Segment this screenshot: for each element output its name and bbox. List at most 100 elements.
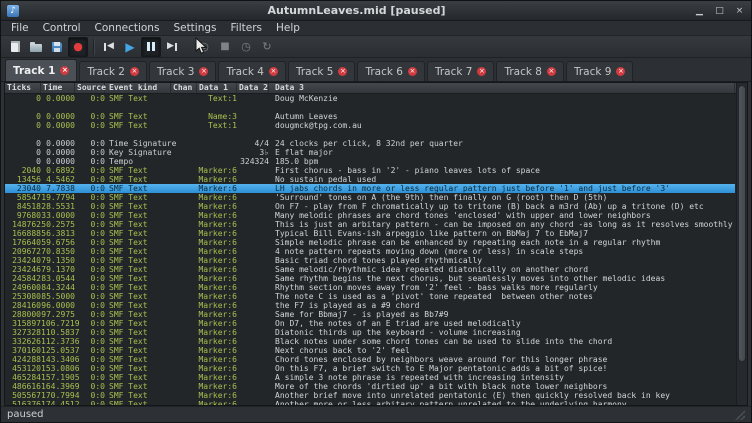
column-header[interactable]: Source	[75, 83, 105, 93]
event-row[interactable]: 0 0.0000 0:0 SMF Text Name:3 Autumn Leav…	[5, 112, 735, 121]
cell-data1: Marker:6	[197, 274, 237, 283]
new-file-button[interactable]	[5, 37, 25, 57]
cell-event-kind: SMF Text	[105, 265, 171, 274]
event-row[interactable]: 166888 56.3813 0:0 SMF Text Marker:6 Typ…	[5, 229, 735, 238]
tab-close-icon[interactable]: ×	[477, 67, 486, 76]
event-row[interactable]: 97680 33.0000 0:0 SMF Text Marker:6 Many…	[5, 211, 735, 220]
cell-ticks: 0	[5, 112, 41, 121]
event-row[interactable]: 315897 106.7219 0:0 SMF Text Marker:6 On…	[5, 319, 735, 328]
event-row[interactable]: 249600 84.3244 0:0 SMF Text Marker:6 Rhy…	[5, 283, 735, 292]
skip-backward-button[interactable]: ◀	[99, 37, 119, 57]
close-button[interactable]: ×	[734, 5, 745, 17]
event-row[interactable]: 0 0.0000 0:0 Tempo 324324 185.0 bpm	[5, 157, 735, 166]
tab-close-icon[interactable]: ×	[408, 67, 417, 76]
event-row[interactable]: 23040 7.7838 0:0 SMF Text Marker:6 LH ja…	[5, 184, 735, 193]
event-row[interactable]: 58547 19.7794 0:0 SMF Text Marker:6 'Sur…	[5, 193, 735, 202]
cell-source: 0:0	[75, 184, 105, 193]
tab-close-icon[interactable]: ×	[547, 67, 556, 76]
event-row[interactable]: 2040 0.6892 0:0 SMF Text Marker:6 First …	[5, 166, 735, 175]
cell-event-kind: SMF Text	[105, 175, 171, 184]
event-row[interactable]: 13456 4.5462 0:0 SMF Text Marker:6 No su…	[5, 175, 735, 184]
event-row[interactable]: 424288 143.3406 0:0 SMF Text Marker:6 Ch…	[5, 355, 735, 364]
column-header[interactable]: Event kind	[105, 83, 171, 93]
tab-track-8[interactable]: Track 8 ×	[496, 61, 564, 81]
cell-source: 0:0	[75, 247, 105, 256]
tab-track-6[interactable]: Track 6 ×	[357, 61, 425, 81]
event-row[interactable]: 234246 79.1370 0:0 SMF Text Marker:6 Sam…	[5, 265, 735, 274]
event-row[interactable]	[5, 130, 735, 139]
event-row[interactable]: 176640 59.6756 0:0 SMF Text Marker:6 Sim…	[5, 238, 735, 247]
scrollbar-thumb[interactable]	[738, 85, 746, 362]
event-row[interactable]: 245842 83.0544 0:0 SMF Text Marker:6 Sam…	[5, 274, 735, 283]
column-header[interactable]: Data 1	[197, 83, 237, 93]
event-row[interactable]: 332626 112.3736 0:0 SMF Text Marker:6 Bl…	[5, 337, 735, 346]
event-row[interactable]: 370160 125.0537 0:0 SMF Text Marker:6 Ne…	[5, 346, 735, 355]
event-row[interactable]: 0 0.0000 0:0 Key Signature 3♭ E flat maj…	[5, 148, 735, 157]
event-row[interactable]: 209672 70.8350 0:0 SMF Text Marker:6 4 n…	[5, 247, 735, 256]
cell-data2: 3♭	[237, 148, 269, 157]
tab-close-icon[interactable]: ×	[269, 67, 278, 76]
event-row[interactable]: 516376 174.4512 0:0 SMF Text Marker:6 An…	[5, 400, 735, 405]
event-row[interactable]: 0 0.0000 0:0 SMF Text Text:1 dougmck@tpg…	[5, 121, 735, 130]
vertical-scrollbar[interactable]	[736, 83, 747, 405]
maximize-button[interactable]: □	[714, 5, 725, 17]
cell-time: 84.3244	[41, 283, 75, 292]
event-row[interactable]: 453120 153.0806 0:0 SMF Text Marker:6 On…	[5, 364, 735, 373]
cell-event-kind: SMF Text	[105, 400, 171, 405]
tab-track-9[interactable]: Track 9 ×	[566, 61, 634, 81]
event-row[interactable]: 505567 170.7994 0:0 SMF Text Marker:6 An…	[5, 391, 735, 400]
tab-close-icon[interactable]: ×	[130, 67, 139, 76]
column-header[interactable]: Data 3	[269, 83, 735, 93]
open-file-button[interactable]	[26, 37, 46, 57]
menu-control[interactable]: Control	[36, 21, 88, 36]
column-header[interactable]: Ticks	[5, 83, 41, 93]
tab-track-7[interactable]: Track 7 ×	[427, 61, 495, 81]
tab-track-3[interactable]: Track 3 ×	[149, 61, 217, 81]
record-button[interactable]: ◎	[194, 37, 214, 57]
column-header[interactable]: Data 2	[237, 83, 269, 93]
event-row[interactable]	[5, 103, 735, 112]
event-row[interactable]: 288000 97.2975 0:0 SMF Text Marker:6 Sam…	[5, 310, 735, 319]
menu-bar: File Control Connections Settings Filter…	[1, 21, 751, 36]
tab-track-1[interactable]: Track 1 ×	[5, 59, 77, 81]
event-row[interactable]: 253080 85.5000 0:0 SMF Text Marker:6 The…	[5, 292, 735, 301]
event-row[interactable]: 84518 28.5531 0:0 SMF Text Marker:6 On F…	[5, 202, 735, 211]
cell-event-kind: SMF Text	[105, 292, 171, 301]
cell-source: 0:0	[75, 238, 105, 247]
event-row[interactable]: 486616 164.3969 0:0 SMF Text Marker:6 Mo…	[5, 382, 735, 391]
event-row[interactable]: 0 0.0000 0:0 SMF Text Text:1 Doug McKenz…	[5, 94, 735, 103]
pause-button[interactable]	[141, 37, 161, 57]
tab-close-icon[interactable]: ×	[616, 67, 625, 76]
menu-connections[interactable]: Connections	[88, 21, 167, 36]
resize-grip[interactable]	[735, 410, 745, 420]
menu-settings[interactable]: Settings	[166, 21, 223, 36]
menu-file[interactable]: File	[4, 21, 36, 36]
event-row[interactable]: 234240 79.1350 0:0 SMF Text Marker:6 Bas…	[5, 256, 735, 265]
event-row[interactable]: 327328 110.5837 0:0 SMF Text Marker:6 Di…	[5, 328, 735, 337]
event-row[interactable]: 284160 96.0000 0:0 SMF Text Marker:6 the…	[5, 301, 735, 310]
tab-close-icon[interactable]: ×	[60, 66, 69, 75]
cell-source: 0:0	[75, 175, 105, 184]
menu-help[interactable]: Help	[269, 21, 307, 36]
skip-forward-button[interactable]: ▶	[162, 37, 182, 57]
cell-event-kind: SMF Text	[105, 337, 171, 346]
tab-track-4[interactable]: Track 4 ×	[218, 61, 286, 81]
tab-close-icon[interactable]: ×	[199, 67, 208, 76]
play-button[interactable]: ▶	[120, 37, 140, 57]
record-arm-button[interactable]: ●	[68, 37, 88, 57]
event-row[interactable]: 0 0.0000 0:0 Time Signature 4/4 24 clock…	[5, 139, 735, 148]
stop-button[interactable]: ■	[215, 37, 235, 57]
tab-track-2[interactable]: Track 2 ×	[79, 61, 147, 81]
minimize-button[interactable]: ▁	[694, 5, 705, 17]
tab-close-icon[interactable]: ×	[338, 67, 347, 76]
tab-track-5[interactable]: Track 5 ×	[288, 61, 356, 81]
event-row[interactable]: 148762 50.2575 0:0 SMF Text Marker:6 Thi…	[5, 220, 735, 229]
column-header[interactable]: Time	[41, 83, 75, 93]
column-header[interactable]: Chan	[171, 83, 197, 93]
event-row[interactable]: 465284 157.1905 0:0 SMF Text Marker:6 A …	[5, 373, 735, 382]
loop-button[interactable]: ↻	[257, 37, 277, 57]
menu-filters[interactable]: Filters	[224, 21, 269, 36]
timer-button[interactable]: ◷	[236, 37, 256, 57]
status-text: paused	[7, 409, 44, 420]
save-file-button[interactable]	[47, 37, 67, 57]
